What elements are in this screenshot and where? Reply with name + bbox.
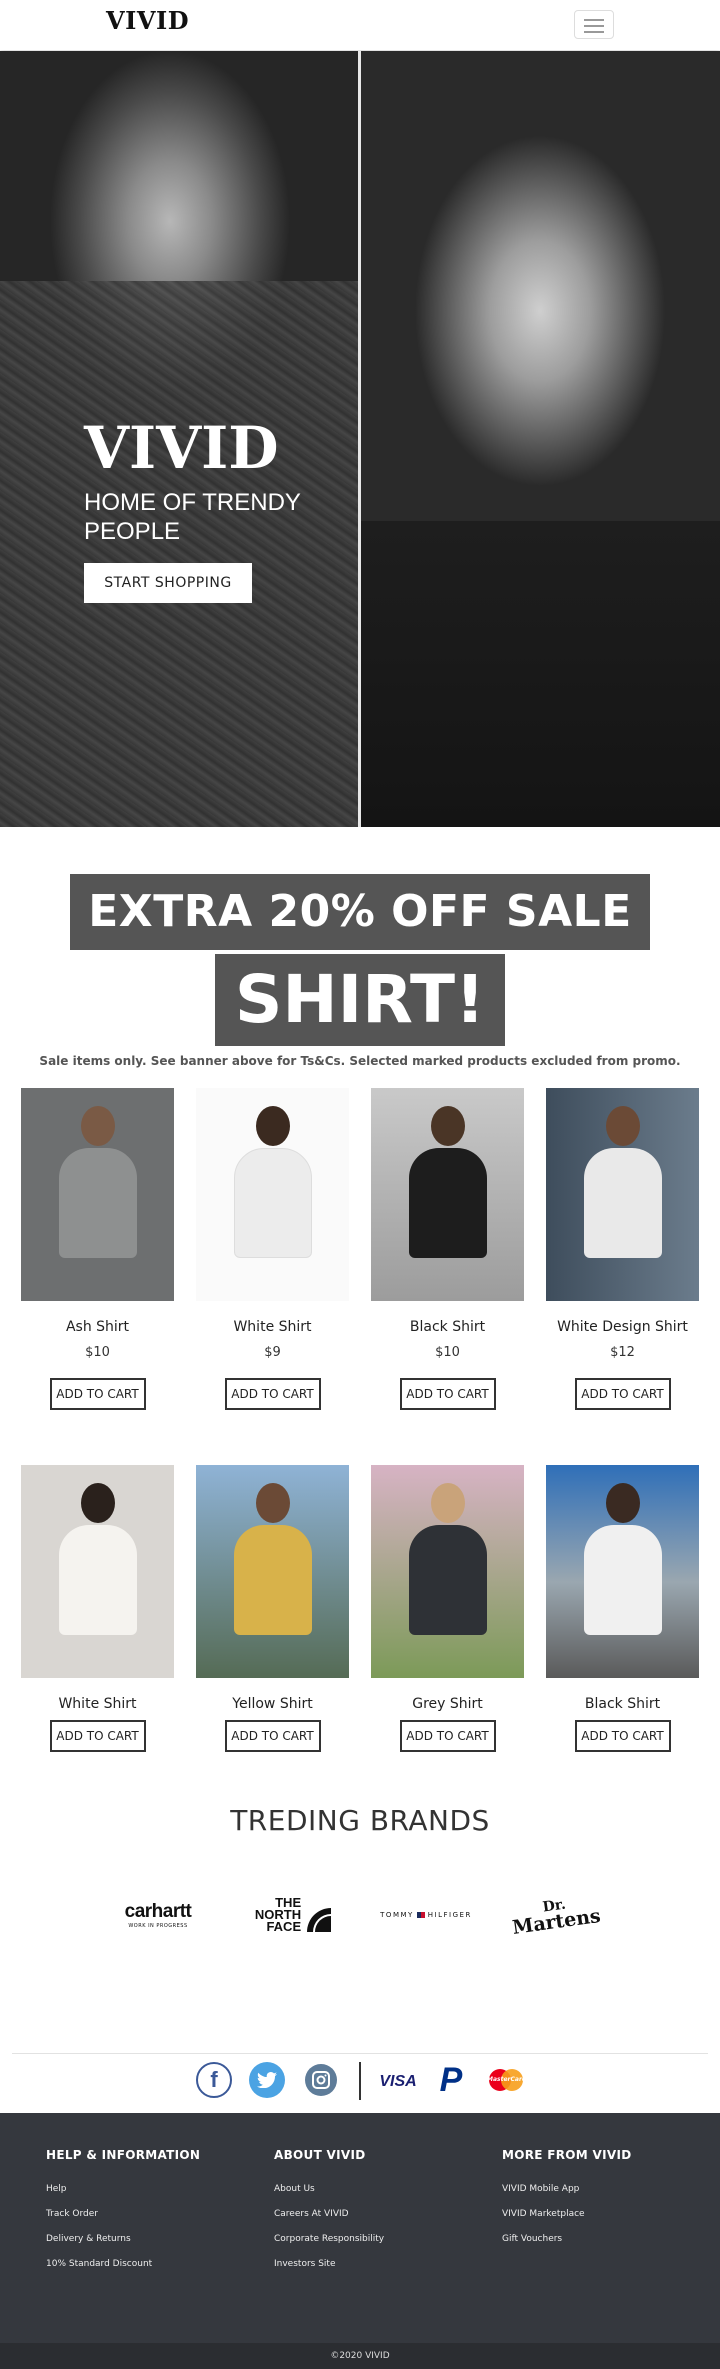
site-footer: HELP & INFORMATION Help Track Order Deli…	[0, 2113, 720, 2343]
footer-link[interactable]: Gift Vouchers	[502, 2234, 631, 2244]
product-name[interactable]: Grey Shirt	[371, 1696, 524, 1712]
instagram-icon[interactable]	[305, 2064, 337, 2096]
visa-icon: VISA	[379, 2073, 417, 2090]
footer-link[interactable]: Corporate Responsibility	[274, 2234, 384, 2244]
hero-image-woman	[360, 51, 720, 827]
product-card: Black Shirt ADD TO CART	[546, 1465, 699, 1752]
hero-banner: VIVID HOME OF TRENDY PEOPLE START SHOPPI…	[0, 51, 720, 827]
product-card: White Shirt $9 ADD TO CART	[196, 1088, 349, 1410]
product-image[interactable]	[21, 1465, 174, 1678]
hamburger-menu-icon[interactable]	[574, 10, 614, 39]
add-to-cart-button[interactable]: ADD TO CART	[399, 1720, 496, 1752]
footer-link[interactable]: Careers At VIVID	[274, 2209, 384, 2219]
dr-martens-logo[interactable]: Dr. Martens	[505, 1884, 606, 1947]
footer-link[interactable]: VIVID Marketplace	[502, 2209, 631, 2219]
add-to-cart-button[interactable]: ADD TO CART	[574, 1378, 671, 1410]
sale-subheadline: SHIRT!	[214, 954, 506, 1046]
add-to-cart-button[interactable]: ADD TO CART	[224, 1378, 321, 1410]
product-image[interactable]	[371, 1465, 524, 1678]
social-payment-bar: f VISA P MasterCard	[0, 2060, 720, 2102]
carhartt-logo[interactable]: carhartt WORK IN PROGRESS	[108, 1890, 208, 1940]
product-name[interactable]: Yellow Shirt	[196, 1696, 349, 1712]
hero-title: VIVID	[84, 414, 279, 482]
add-to-cart-button[interactable]: ADD TO CART	[399, 1378, 496, 1410]
mastercard-icon: MasterCard	[486, 2062, 526, 2098]
product-name[interactable]: White Shirt	[21, 1696, 174, 1712]
product-card: Black Shirt $10 ADD TO CART	[371, 1088, 524, 1410]
footer-col-title: MORE FROM VIVID	[502, 2148, 632, 2162]
product-image[interactable]	[196, 1088, 349, 1301]
product-image[interactable]	[196, 1465, 349, 1678]
footer-link[interactable]: Delivery & Returns	[46, 2234, 200, 2244]
product-price: $10	[85, 1345, 110, 1360]
footer-link[interactable]: 10% Standard Discount	[46, 2259, 200, 2269]
product-name[interactable]: Black Shirt	[546, 1696, 699, 1712]
social-payment-separator	[359, 2062, 361, 2100]
hero-subtitle: HOME OF TRENDY PEOPLE	[84, 489, 301, 545]
sale-headline: EXTRA 20% OFF SALE	[70, 874, 650, 950]
add-to-cart-button[interactable]: ADD TO CART	[49, 1720, 146, 1752]
footer-col-about: ABOUT VIVID About Us Careers At VIVID Co…	[274, 2148, 384, 2284]
start-shopping-button[interactable]: START SHOPPING	[84, 563, 252, 603]
tommy-hilfiger-logo[interactable]: TOMMY HILFIGER	[376, 1890, 476, 1940]
footer-link[interactable]: About Us	[274, 2184, 384, 2194]
product-card: White Design Shirt $12 ADD TO CART	[546, 1088, 699, 1410]
the-north-face-logo[interactable]: THE NORTH FACE	[248, 1890, 338, 1940]
product-card: White Shirt ADD TO CART	[21, 1465, 174, 1752]
hero-divider	[358, 51, 361, 827]
facebook-icon[interactable]: f	[196, 2062, 232, 2098]
product-name[interactable]: White Shirt	[196, 1319, 349, 1335]
sale-section: EXTRA 20% OFF SALE SHIRT! Sale items onl…	[0, 874, 720, 1068]
product-image[interactable]	[371, 1088, 524, 1301]
top-navbar: VIVID	[0, 0, 720, 50]
footer-col-title: HELP & INFORMATION	[46, 2148, 201, 2162]
product-price: $12	[610, 1345, 635, 1360]
footer-link[interactable]: VIVID Mobile App	[502, 2184, 631, 2194]
footer-link[interactable]: Investors Site	[274, 2259, 384, 2269]
footer-link[interactable]: Track Order	[46, 2209, 200, 2219]
footer-col-help: HELP & INFORMATION Help Track Order Deli…	[46, 2148, 200, 2284]
add-to-cart-button[interactable]: ADD TO CART	[224, 1720, 321, 1752]
copyright-bar: ©2020 VIVID	[0, 2343, 720, 2369]
footer-link[interactable]: Help	[46, 2184, 200, 2194]
product-image[interactable]	[546, 1088, 699, 1301]
paypal-icon: P	[439, 2060, 463, 2099]
brand-logos: carhartt WORK IN PROGRESS THE NORTH FACE T…	[108, 1890, 628, 1940]
sale-terms-note: Sale items only. See banner above for Ts…	[39, 1054, 681, 1068]
product-price: $10	[435, 1345, 460, 1360]
product-price: $9	[264, 1345, 281, 1360]
add-to-cart-button[interactable]: ADD TO CART	[574, 1720, 671, 1752]
footer-divider	[12, 2053, 708, 2054]
product-card: Ash Shirt $10 ADD TO CART	[21, 1088, 174, 1410]
product-name[interactable]: White Design Shirt	[546, 1319, 699, 1335]
brands-title: TREDING BRANDS	[230, 1804, 490, 1837]
product-card: Grey Shirt ADD TO CART	[371, 1465, 524, 1752]
product-card: Yellow Shirt ADD TO CART	[196, 1465, 349, 1752]
site-logo[interactable]: VIVID	[106, 6, 189, 35]
product-image[interactable]	[546, 1465, 699, 1678]
product-name[interactable]: Black Shirt	[371, 1319, 524, 1335]
twitter-icon[interactable]	[249, 2062, 285, 2098]
footer-col-more: MORE FROM VIVID VIVID Mobile App VIVID M…	[502, 2148, 631, 2259]
product-name[interactable]: Ash Shirt	[21, 1319, 174, 1335]
hero-text-block: VIVID HOME OF TRENDY PEOPLE START SHOPPI…	[84, 414, 314, 603]
add-to-cart-button[interactable]: ADD TO CART	[49, 1378, 146, 1410]
footer-col-title: ABOUT VIVID	[274, 2148, 366, 2162]
product-image[interactable]	[21, 1088, 174, 1301]
